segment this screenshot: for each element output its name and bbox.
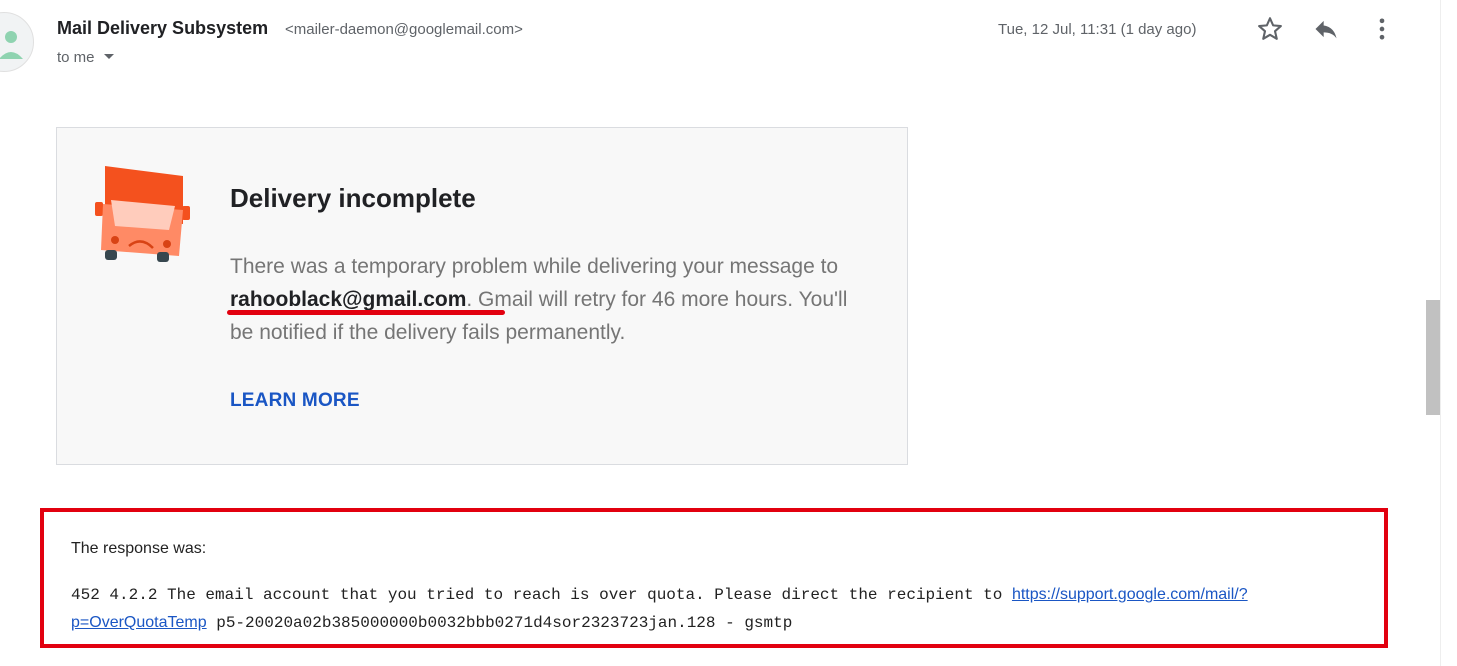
response-label: The response was: — [71, 540, 207, 557]
reply-button[interactable] — [1312, 15, 1340, 43]
recipient-details-toggle[interactable]: to me — [57, 49, 114, 66]
recipient-label: to me — [57, 49, 95, 66]
scrollbar-track[interactable] — [1440, 0, 1457, 666]
card-message: There was a temporary problem while deli… — [230, 250, 870, 349]
message-date: Tue, 12 Jul, 11:31 (1 day ago) — [998, 21, 1197, 38]
avatar-person-icon — [0, 31, 23, 59]
recipient-email: rahooblack@gmail.com — [230, 288, 467, 311]
response-text-before: 452 4.2.2 The email account that you tri… — [71, 586, 1012, 604]
delivery-status-card: Delivery incomplete There was a temporar… — [56, 127, 908, 465]
reply-icon — [1315, 20, 1337, 39]
response-text: 452 4.2.2 The email account that you tri… — [71, 581, 1351, 637]
sad-truck-icon — [95, 166, 190, 262]
red-annotation-underline — [227, 310, 505, 315]
response-text-after: p5-20020a02b385000000b0032bbb0271d4sor23… — [206, 614, 793, 632]
star-button[interactable] — [1256, 15, 1284, 43]
more-options-button[interactable] — [1368, 15, 1396, 43]
chevron-down-icon — [103, 53, 114, 59]
response-details-box: The response was: 452 4.2.2 The email ac… — [40, 508, 1388, 648]
card-title: Delivery incomplete — [230, 183, 476, 213]
sender-name: Mail Delivery Subsystem — [57, 18, 269, 38]
learn-more-link[interactable]: LEARN MORE — [230, 390, 360, 412]
scrollbar-thumb[interactable] — [1426, 300, 1440, 415]
sender-email: <mailer-daemon@googlemail.com> — [285, 21, 523, 38]
star-icon — [1258, 17, 1282, 40]
avatar[interactable] — [0, 12, 34, 72]
more-vert-icon — [1379, 18, 1385, 40]
message-text-before: There was a temporary problem while deli… — [230, 255, 839, 278]
